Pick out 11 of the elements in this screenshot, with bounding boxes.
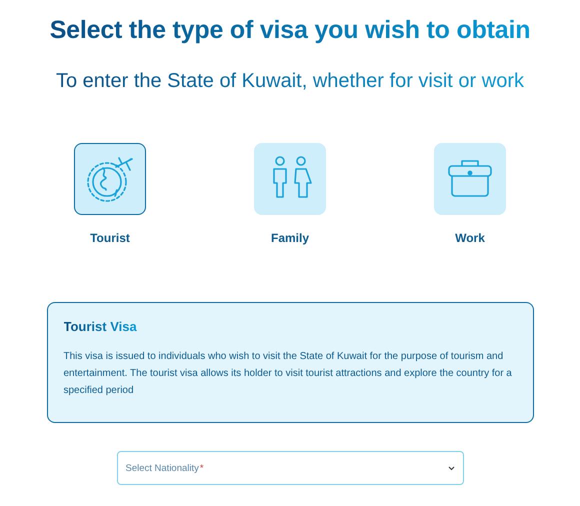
visa-type-label: Tourist bbox=[90, 231, 130, 245]
chevron-down-icon bbox=[448, 466, 454, 470]
card-description: This visa is issued to individuals who wish to visit the State of Kuwait for the purpose of tourism and entertainment. The tourist visa allows its holder to visit tourist attractions and explore the country for a specified period bbox=[64, 350, 513, 398]
page-subtitle: To enter the State of Kuwait, whether for visit or work bbox=[56, 70, 524, 93]
required-mark: * bbox=[200, 462, 204, 474]
visa-type-label: Family bbox=[270, 231, 309, 245]
select-placeholder: Select Nationality bbox=[126, 462, 199, 474]
card-title: Tourist Visa bbox=[64, 319, 137, 334]
nationality-select[interactable]: Select Nationality* bbox=[116, 451, 464, 485]
visa-type-label: Work bbox=[455, 231, 485, 245]
visa-type-tile[interactable] bbox=[74, 143, 146, 215]
